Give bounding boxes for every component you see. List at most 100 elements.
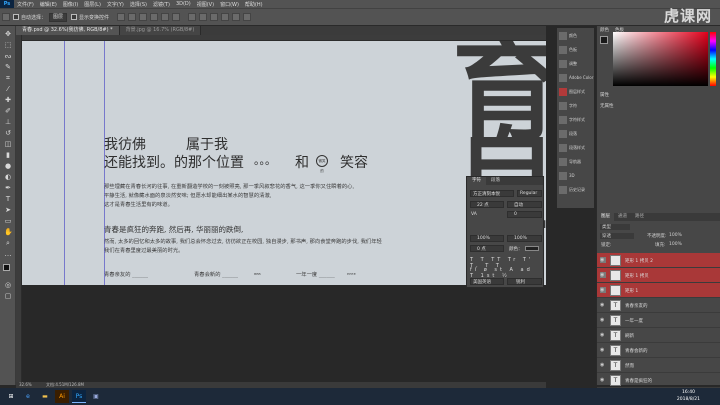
photoshop-taskbar-icon[interactable]: Ps [72, 390, 86, 403]
dock-item-navigator[interactable]: 导航器 [559, 158, 594, 170]
distribute-hcenter-icon[interactable] [232, 13, 241, 21]
dock-item-3d[interactable]: 3D [559, 172, 594, 184]
dock-item-swatches[interactable]: 色板 [559, 46, 594, 58]
dock-item-paragraph[interactable]: 段落 [559, 130, 594, 142]
lasso-tool-icon[interactable]: ᔓ [4, 52, 12, 60]
tab-document-2[interactable]: 背景.jpg @ 16.7% (RGB/8#) [119, 26, 202, 35]
antialias-select[interactable]: 锐利 [507, 278, 542, 285]
menu-layer[interactable]: 图层(L) [81, 1, 104, 8]
eye-icon[interactable]: ◉ [600, 257, 606, 263]
tab-channels[interactable]: 通道 [614, 213, 631, 221]
language-select[interactable]: 美国英语 [470, 278, 504, 285]
title-text-and[interactable]: 和 [295, 152, 309, 172]
opentype-buttons[interactable]: fi ø st A ad T 1st ½ [470, 267, 542, 279]
layer-item[interactable]: ◉ T 刷新 [597, 328, 720, 343]
layer-item[interactable]: ◉ 矩形 1 拷贝 2 [597, 253, 720, 268]
font-family-select[interactable]: 方正清刻本悦 [470, 190, 514, 197]
gradient-tool-icon[interactable]: ▮ [4, 151, 12, 159]
pen-tool-icon[interactable]: ✒ [4, 184, 12, 192]
shape-tool-icon[interactable]: ▭ [4, 217, 12, 225]
stamp-badge[interactable]: 微笑的 [316, 155, 328, 173]
clone-stamp-tool-icon[interactable]: ⊥ [4, 118, 12, 126]
tab-document-1[interactable]: 青春.psd @ 32.6%(我彷佛, RGB/8#) * [16, 26, 120, 35]
eyedropper-tool-icon[interactable]: ⁄ [4, 85, 12, 93]
menu-type[interactable]: 文字(Y) [104, 1, 127, 8]
paragraph-2-line-2[interactable]: 我们在青春里度过最美丽的时光。 [104, 246, 183, 254]
system-clock[interactable]: 16:40 2018/8/21 [677, 389, 700, 403]
crop-tool-icon[interactable]: ⌗ [4, 74, 12, 82]
text-color-swatch[interactable] [525, 246, 539, 251]
align-top-icon[interactable] [117, 13, 126, 21]
auto-select-dropdown[interactable]: 图层 [49, 12, 68, 22]
app-icon[interactable]: ▣ [89, 390, 103, 403]
align-hcenter-icon[interactable] [161, 13, 170, 21]
title-text-end[interactable]: 笑容 [340, 152, 368, 172]
horizontal-scale-field[interactable]: 100% [507, 235, 542, 242]
layer-item[interactable]: ◉ T 青春亲友的 [597, 298, 720, 313]
footer-item-3[interactable]: 一年一度 ______ [296, 270, 335, 278]
color-tab[interactable]: 颜色 [600, 27, 609, 33]
type-tool-icon[interactable]: T [4, 195, 12, 203]
eye-icon[interactable]: ◉ [600, 272, 606, 278]
align-right-icon[interactable] [172, 13, 181, 21]
zoom-tool-icon[interactable]: ⌕ [4, 239, 12, 247]
paragraph-1-line-2[interactable]: 平静生活, 就像藏水面的泉淡然安味; 但愿水却能细出某水的智慧的清澈, [104, 191, 271, 199]
zoom-readout[interactable]: 32.6% [19, 382, 32, 387]
menu-help[interactable]: 帮助(H) [242, 1, 266, 8]
history-brush-tool-icon[interactable]: ↺ [4, 129, 12, 137]
align-bottom-icon[interactable] [139, 13, 148, 21]
eye-icon[interactable]: ◉ [600, 377, 606, 383]
distribute-vcenter-icon[interactable] [199, 13, 208, 21]
footer-item-2[interactable]: 青春会新的 ______ [194, 270, 238, 278]
show-transform-checkbox[interactable] [71, 14, 78, 20]
align-vcenter-icon[interactable] [128, 13, 137, 21]
vertical-scale-field[interactable]: 100% [470, 235, 504, 242]
layer-item[interactable]: ◉ T 青春会新的 [597, 343, 720, 358]
path-select-tool-icon[interactable]: ➤ [4, 206, 12, 214]
title-text-1b[interactable]: 属于我 [186, 134, 228, 154]
layer-kind-filter[interactable]: 类型 [600, 224, 630, 230]
menu-file[interactable]: 文件(F) [14, 1, 37, 8]
properties-tab[interactable]: 属性 [600, 92, 609, 98]
eraser-tool-icon[interactable]: ◫ [4, 140, 12, 148]
layer-item[interactable]: ◉ T 青春是疯狂的 [597, 373, 720, 388]
distribute-bottom-icon[interactable] [210, 13, 219, 21]
layer-item[interactable]: ◉ 矩形 1 [597, 283, 720, 298]
layer-item[interactable]: ◉ T 然而 [597, 358, 720, 373]
file-explorer-icon[interactable]: ▬ [38, 390, 52, 403]
blur-tool-icon[interactable]: ● [4, 162, 12, 170]
eye-icon[interactable]: ◉ [600, 332, 606, 338]
windows-start-icon[interactable]: ⊞ [4, 390, 18, 403]
menu-select[interactable]: 选择(S) [127, 1, 150, 8]
eye-icon[interactable]: ◉ [600, 317, 606, 323]
paragraph-1-line-3[interactable]: 这才是青春生活里有的味道。 [104, 200, 173, 208]
tab-layers[interactable]: 图层 [597, 213, 614, 221]
tab-paragraph[interactable]: 段落 [486, 177, 505, 185]
auto-select-checkbox[interactable] [13, 14, 19, 20]
foreground-swatch[interactable] [600, 36, 608, 44]
layer-item[interactable]: ◉ T 一年一度 [597, 313, 720, 328]
align-left-icon[interactable] [150, 13, 159, 21]
brush-tool-icon[interactable]: ✐ [4, 107, 12, 115]
hue-slider[interactable] [710, 32, 716, 86]
color-picker-field[interactable] [613, 32, 708, 86]
marquee-tool-icon[interactable]: ⬚ [4, 41, 12, 49]
menu-3d[interactable]: 3D(D) [173, 1, 194, 7]
title-text-dots[interactable]: 。。。 [254, 152, 276, 168]
footer-item-1[interactable]: 青春亲友的 ______ [104, 270, 148, 278]
font-size-field[interactable]: 22 点 [470, 201, 504, 208]
foreground-color-swatch[interactable] [3, 264, 10, 271]
eye-icon[interactable]: ◉ [600, 302, 606, 308]
screen-mode-icon[interactable]: ▢ [4, 292, 12, 300]
eye-icon[interactable]: ◉ [600, 287, 606, 293]
paragraph-2-line-1[interactable]: 然而, 太多的回忆和太多的故事, 我们总会怀念过去, 彷彷欲正在校园, 独自漫步… [104, 237, 382, 245]
heading-2[interactable]: 青春是疯狂的奔跑, 然后再, 华丽丽的跌倒, [104, 224, 243, 235]
more-tools-icon[interactable]: … [4, 250, 12, 258]
dock-item-color[interactable]: 颜色 [559, 32, 594, 44]
dock-item-character[interactable]: 字符 [559, 102, 594, 114]
tab-character[interactable]: 字符 [467, 177, 486, 185]
hand-tool-icon[interactable]: ✋ [4, 228, 13, 236]
dock-item-paragraph-styles[interactable]: 段落样式 [559, 144, 594, 156]
quick-mask-icon[interactable]: ◎ [4, 281, 12, 289]
font-style-select[interactable]: Regular [517, 190, 542, 197]
